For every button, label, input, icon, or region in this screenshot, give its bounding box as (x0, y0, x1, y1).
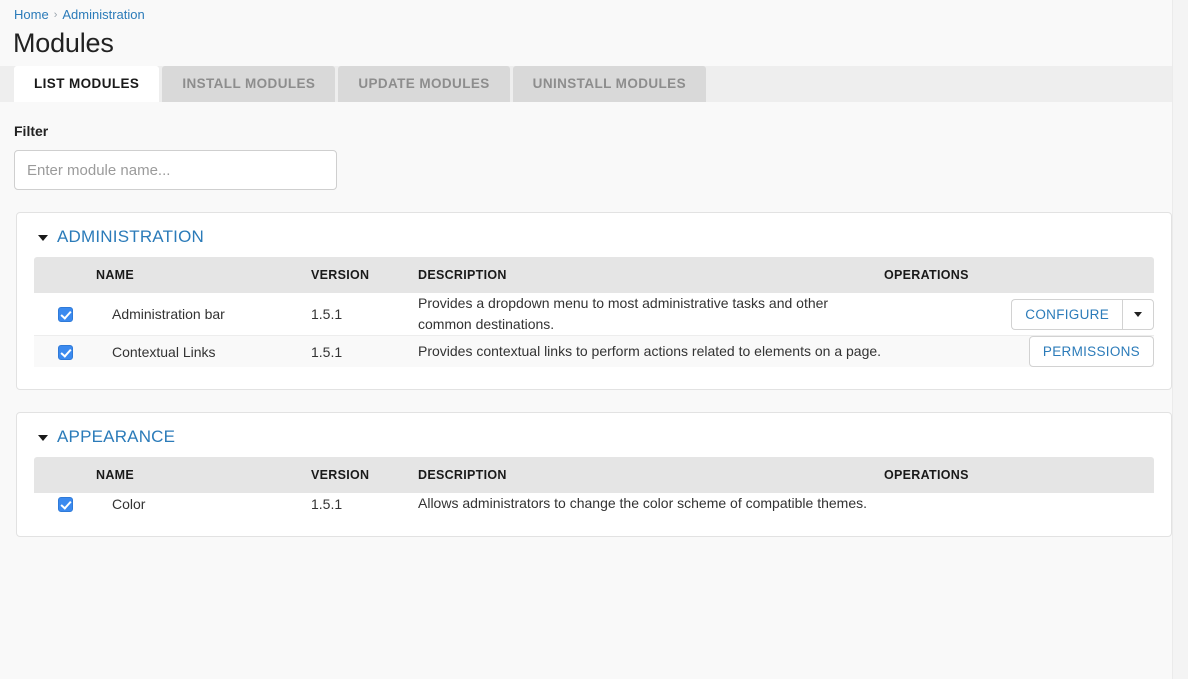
module-group-appearance: APPEARANCE NAME VERSION DESCRIPTION OPER… (16, 412, 1172, 537)
row-select-cell (34, 335, 96, 367)
modules-table-appearance: NAME VERSION DESCRIPTION OPERATIONS Colo… (34, 457, 1154, 514)
module-name: Color (112, 495, 146, 512)
filter-label: Filter (14, 123, 49, 139)
module-group-administration: ADMINISTRATION NAME VERSION DESCRIPTION … (16, 212, 1172, 390)
column-header-version: VERSION (311, 257, 418, 293)
module-name: Contextual Links (96, 335, 311, 367)
column-header-name: NAME (96, 257, 311, 293)
table-header-row: NAME VERSION DESCRIPTION OPERATIONS (34, 457, 1154, 493)
chevron-down-icon (1134, 311, 1142, 317)
tab-list-modules[interactable]: LIST MODULES (14, 66, 160, 102)
column-header-operations: OPERATIONS (884, 257, 1154, 293)
modules-table-administration: NAME VERSION DESCRIPTION OPERATIONS Admi… (34, 257, 1154, 367)
breadcrumb-item-administration[interactable]: Administration (62, 7, 144, 22)
module-description: Allows administrators to change the colo… (418, 495, 867, 511)
modules-admin-page: Home › Administration Modules LIST MODULES… (0, 0, 1188, 679)
permissions-button[interactable]: PERMISSIONS (1028, 336, 1154, 367)
filter-block: Filter (0, 102, 1188, 190)
chevron-down-icon (38, 435, 48, 441)
column-header-select (34, 457, 96, 493)
configure-button[interactable]: CONFIGURE (1011, 298, 1122, 330)
module-operations: CONFIGURE (884, 293, 1154, 336)
module-version: 1.5.1 (311, 293, 418, 336)
column-header-description: DESCRIPTION (418, 257, 884, 293)
filter-input[interactable] (14, 150, 337, 190)
column-header-description: DESCRIPTION (418, 457, 884, 493)
module-name: Administration bar (96, 293, 311, 336)
tab-update-modules[interactable]: UPDATE MODULES (338, 66, 510, 102)
table-header-row: NAME VERSION DESCRIPTION OPERATIONS (34, 257, 1154, 293)
module-enabled-checkbox[interactable] (57, 496, 73, 512)
page-right-gutter (1173, 0, 1188, 679)
configure-dropdown-toggle[interactable] (1122, 298, 1154, 330)
breadcrumb-item-home[interactable]: Home (14, 7, 49, 22)
column-header-name: NAME (96, 457, 311, 493)
module-operations (884, 493, 1154, 514)
group-title: ADMINISTRATION (57, 227, 204, 246)
tab-bar: LIST MODULES INSTALL MODULES UPDATE MODU… (0, 66, 1188, 102)
column-header-select (34, 257, 96, 293)
group-header-administration[interactable]: ADMINISTRATION (17, 213, 1171, 257)
chevron-down-icon (38, 235, 48, 241)
table-row: Administration bar 1.5.1 Provides a drop… (34, 293, 1154, 336)
module-operations: PERMISSIONS (884, 335, 1154, 367)
row-select-cell (34, 293, 96, 336)
group-header-appearance[interactable]: APPEARANCE (17, 413, 1171, 457)
column-header-operations: OPERATIONS (884, 457, 1154, 493)
breadcrumb: Home › Administration (0, 0, 1188, 24)
table-row: Contextual Links 1.5.1 Provides contextu… (34, 335, 1154, 367)
module-enabled-checkbox[interactable] (57, 307, 73, 323)
tab-install-modules[interactable]: INSTALL MODULES (162, 66, 336, 102)
row-select-cell (34, 493, 96, 514)
breadcrumb-separator-icon: › (53, 9, 58, 21)
module-version: 1.5.1 (311, 495, 343, 512)
page-title: Modules (13, 28, 114, 58)
module-description: Provides a dropdown menu to most adminis… (418, 293, 884, 336)
table-row: Color 1.5.1 Allows administrators to cha… (34, 493, 1154, 514)
group-title: APPEARANCE (57, 427, 176, 446)
configure-button-group: CONFIGURE (1011, 298, 1154, 330)
module-description: Provides contextual links to perform act… (418, 335, 884, 367)
column-header-version: VERSION (311, 457, 418, 493)
tab-uninstall-modules[interactable]: UNINSTALL MODULES (512, 66, 706, 102)
module-enabled-checkbox[interactable] (57, 344, 73, 360)
module-version: 1.5.1 (311, 335, 418, 367)
